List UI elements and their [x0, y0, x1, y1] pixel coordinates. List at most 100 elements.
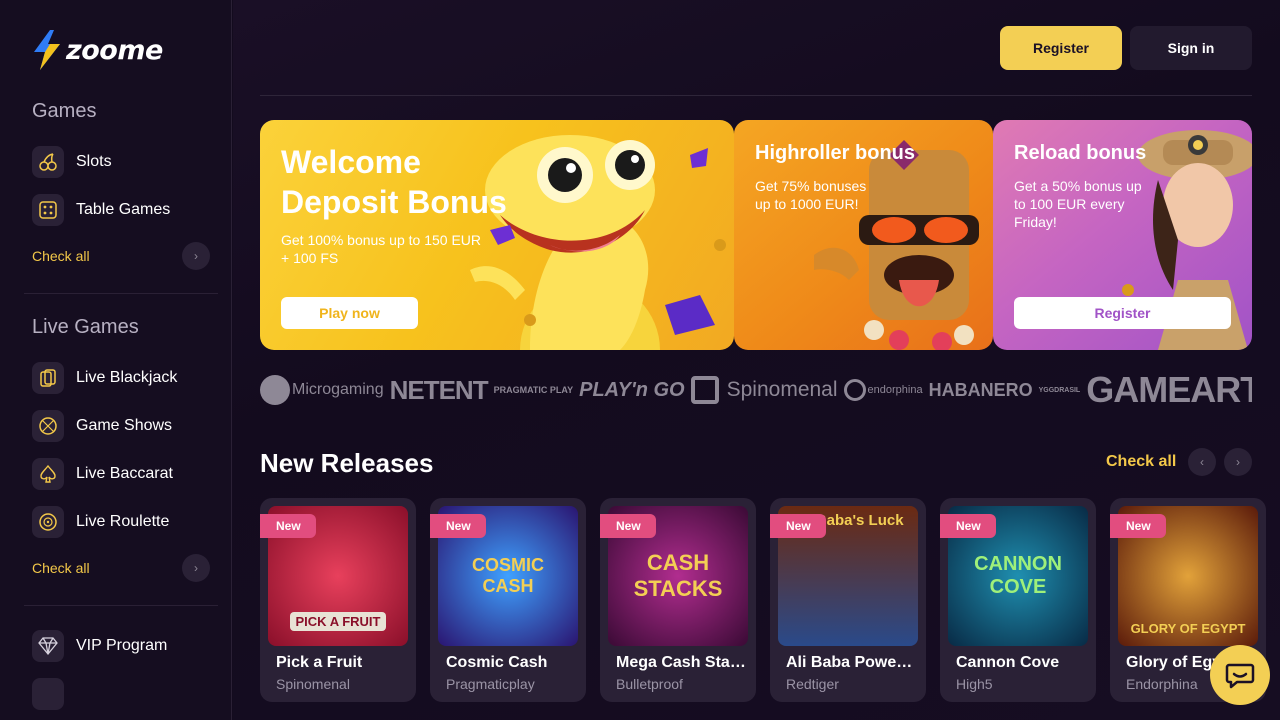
welcome-bonus-title: Welcome Deposit Bonus [281, 142, 507, 222]
game-provider: Pragmaticplay [446, 676, 535, 692]
sidebar-item-vip-program[interactable]: VIP Program [32, 630, 212, 662]
new-badge: New [260, 514, 316, 538]
game-provider: Redtiger [786, 676, 839, 692]
game-provider: Bulletproof [616, 676, 683, 692]
dice-icon [32, 194, 64, 226]
provider-playngo[interactable]: PLAY'n GO [579, 379, 685, 402]
reload-register-button[interactable]: Register [1014, 297, 1231, 329]
sidebar-item-live-baccarat[interactable]: Live Baccarat [32, 458, 212, 490]
sidebar-divider [24, 293, 218, 294]
reload-bonus-title: Reload bonus [1014, 142, 1147, 164]
provider-netent[interactable]: NETENT [390, 375, 489, 406]
live-games-section-title: Live Games [32, 316, 139, 338]
zoome-logo[interactable]: zoome [32, 30, 163, 70]
sidebar-item-live-roulette[interactable]: Live Roulette [32, 506, 212, 538]
highroller-bonus-title: Highroller bonus [755, 142, 915, 164]
provider-microgaming[interactable]: Microgaming [260, 375, 384, 405]
endorphina-logo-icon [843, 379, 866, 401]
sidebar-item-live-blackjack[interactable]: Live Blackjack [32, 362, 212, 394]
roulette-icon [32, 506, 64, 538]
sidebar-item-label: Live Blackjack [76, 369, 178, 386]
games-check-all-link[interactable]: Check all [32, 248, 90, 264]
play-now-button[interactable]: Play now [281, 297, 418, 329]
welcome-text-line1: Get 100% bonus up to 150 EUR [281, 232, 482, 248]
highroller-text-line1: Get 75% bonuses [755, 178, 867, 194]
chevron-right-icon: › [194, 561, 198, 575]
spade-icon [32, 458, 64, 490]
spinomenal-logo-icon [690, 376, 719, 404]
sidebar-item-label: Live Baccarat [76, 465, 173, 482]
game-title: Mega Cash Stacks [616, 654, 746, 671]
game-provider: Endorphina [1126, 676, 1198, 692]
wheel-icon [32, 410, 64, 442]
sidebar-item-table-games[interactable]: Table Games [32, 194, 212, 226]
game-title: Cosmic Cash [446, 654, 548, 671]
sidebar-item-label: Table Games [76, 201, 171, 218]
sidebar-item-label: Slots [76, 153, 112, 170]
live-chat-button[interactable] [1210, 645, 1270, 705]
chevron-right-icon: › [1236, 455, 1240, 469]
reload-text-line2: to 100 EUR every [1014, 196, 1125, 212]
cards-icon [32, 362, 64, 394]
welcome-bonus-banner[interactable]: Welcome Deposit Bonus Get 100% bonus up … [260, 120, 734, 350]
diamond-icon [32, 630, 64, 662]
game-card[interactable]: COSMIC CASH New Cosmic Cash Pragmaticpla… [430, 498, 586, 702]
reload-text-line3: Friday! [1014, 214, 1057, 230]
microgaming-logo-icon [260, 375, 290, 405]
reload-text-line1: Get a 50% bonus up [1014, 178, 1142, 194]
provider-gameart[interactable]: GAMEART [1086, 370, 1252, 410]
game-title: Ali Baba Power Reels [786, 654, 916, 671]
provider-pragmatic-play[interactable]: PRAGMATIC PLAY [494, 385, 574, 395]
sidebar-item-game-shows[interactable]: Game Shows [32, 410, 212, 442]
welcome-title-line1: Welcome [281, 144, 421, 180]
live-check-all-row: Check all › [32, 554, 210, 582]
gecko-mascot-illustration [470, 135, 726, 350]
menu-icon [32, 678, 64, 710]
sidebar-item-label: Game Shows [76, 417, 173, 434]
main-content: Register Sign in Welcome Deposit Bonus G… [233, 0, 1280, 720]
new-badge: New [940, 514, 996, 538]
live-expand-button[interactable]: › [182, 554, 210, 582]
new-badge: New [600, 514, 656, 538]
logo-text: zoome [66, 34, 163, 66]
cherry-icon [32, 146, 64, 178]
provider-habanero[interactable]: HABANERO [929, 380, 1033, 401]
new-releases-title: New Releases [260, 448, 434, 478]
live-check-all-link[interactable]: Check all [32, 560, 90, 576]
new-releases-check-all[interactable]: Check all [1106, 453, 1176, 471]
game-card[interactable]: CASH STACKS New Mega Cash Stacks Bulletp… [600, 498, 756, 702]
new-badge: New [430, 514, 486, 538]
games-expand-button[interactable]: › [182, 242, 210, 270]
sidebar-item-slots[interactable]: Slots [32, 146, 212, 178]
game-title: Cannon Cove [956, 654, 1060, 671]
chevron-right-icon: › [194, 249, 198, 263]
game-title: Pick a Fruit [276, 654, 363, 671]
reload-bonus-text: Get a 50% bonus up to 100 EUR every Frid… [1014, 177, 1142, 231]
reload-bonus-banner[interactable]: Reload bonus Get a 50% bonus up to 100 E… [993, 120, 1252, 350]
header-divider [260, 95, 1252, 96]
sidebar-item-partial[interactable] [32, 678, 212, 710]
game-card[interactable]: Ali Baba's Luck New Ali Baba Power Reels… [770, 498, 926, 702]
chevron-left-icon: ‹ [1200, 455, 1204, 469]
sidebar: zoome Games Slots Table Games Check all … [0, 0, 232, 720]
provider-spinomenal[interactable]: Spinomenal [690, 376, 838, 404]
game-provider: Spinomenal [276, 676, 350, 692]
provider-endorphina[interactable]: endorphina [843, 379, 923, 401]
highroller-bonus-text: Get 75% bonuses up to 1000 EUR! [755, 177, 866, 213]
lightning-bolt-icon [34, 30, 60, 70]
register-button[interactable]: Register [1000, 26, 1122, 70]
game-card[interactable]: CANNON COVE New Cannon Cove High5 [940, 498, 1096, 702]
new-releases-carousel: PICK A FRUIT New Pick a Fruit Spinomenal… [260, 498, 1280, 702]
carousel-prev-button[interactable]: ‹ [1188, 448, 1216, 476]
game-card[interactable]: PICK A FRUIT New Pick a Fruit Spinomenal [260, 498, 416, 702]
providers-strip: Microgaming NETENT PRAGMATIC PLAY PLAY'n… [260, 370, 1252, 410]
provider-yggdrasil[interactable]: YGGDRASIL [1039, 387, 1081, 394]
welcome-bonus-text: Get 100% bonus up to 150 EUR + 100 FS [281, 231, 481, 267]
sidebar-item-label: Live Roulette [76, 513, 170, 530]
carousel-next-button[interactable]: › [1224, 448, 1252, 476]
new-badge: New [1110, 514, 1166, 538]
sign-in-button[interactable]: Sign in [1130, 26, 1252, 70]
game-provider: High5 [956, 676, 993, 692]
highroller-bonus-banner[interactable]: Highroller bonus Get 75% bonuses up to 1… [734, 120, 993, 350]
games-section-title: Games [32, 100, 97, 122]
